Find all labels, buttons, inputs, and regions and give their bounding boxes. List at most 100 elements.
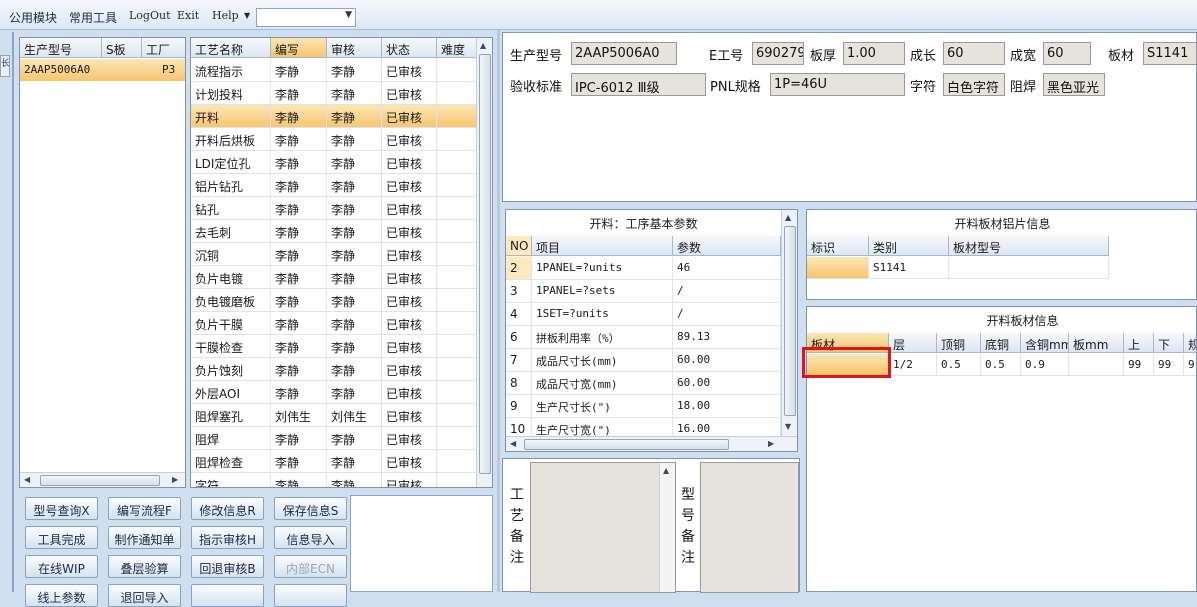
table-row[interactable]: 干膜检查 李静 李静 已审核 [191, 335, 477, 358]
action-button-1-0[interactable]: 工具完成 [25, 526, 98, 549]
col-header-board-2[interactable]: 顶铜 [937, 333, 981, 353]
part-grid-hscrollbar[interactable]: ◀ ▶ [20, 472, 185, 487]
help-dropdown-arrow-icon[interactable]: ▼ [244, 11, 250, 20]
info-value-4[interactable]: 60 [1043, 42, 1091, 65]
info-value-2[interactable]: 1.00 [843, 42, 905, 65]
process-note-vscrollbar[interactable]: ▲ [659, 463, 675, 592]
table-row[interactable]: 2AAP5006A0 P3 [20, 59, 185, 81]
info-value-0[interactable]: 2AAP5006A0 [571, 42, 677, 65]
splitter[interactable] [12, 32, 14, 592]
action-button-0-1[interactable]: 编写流程F [108, 497, 181, 520]
process-note-field[interactable]: ▲ [530, 462, 676, 593]
table-row[interactable]: 7 成品尺寸长(mm) 60.00 [506, 349, 781, 372]
action-button-2-2[interactable]: 回退审核B [191, 555, 264, 578]
scroll-thumb[interactable] [524, 439, 729, 450]
scroll-thumb[interactable] [479, 54, 491, 474]
table-row[interactable]: 开料 李静 李静 已审核 [191, 105, 477, 128]
action-button-0-2[interactable]: 修改信息R [191, 497, 264, 520]
col-header-reviewer[interactable]: 审核 [327, 38, 382, 58]
col-header-part-no[interactable]: 生产型号 [20, 38, 102, 58]
action-button-3-2[interactable] [191, 584, 264, 607]
splitter[interactable] [497, 30, 500, 592]
scroll-thumb[interactable] [40, 475, 160, 486]
table-row[interactable]: 流程指示 李静 李静 已审核 [191, 59, 477, 82]
action-button-3-1[interactable]: 退回导入 [108, 584, 181, 607]
table-row[interactable]: 外层AOI 李静 李静 已审核 [191, 381, 477, 404]
table-row[interactable]: 开料后烘板 李静 李静 已审核 [191, 128, 477, 151]
params-vscrollbar[interactable]: ▲ ▼ [781, 210, 797, 436]
scroll-right-icon[interactable]: ▶ [172, 475, 178, 484]
col-header-board-model[interactable]: 板材型号 [949, 236, 1109, 256]
col-header-no[interactable]: NO [506, 236, 532, 256]
info-value-8[interactable]: 白色字符 [943, 73, 1005, 96]
col-header-board-4[interactable]: 含铜mm [1021, 333, 1069, 353]
scroll-thumb[interactable] [784, 226, 796, 416]
action-button-1-3[interactable]: 信息导入 [274, 526, 347, 549]
scroll-right-icon[interactable]: ▶ [768, 439, 774, 448]
table-row[interactable]: 负片蚀刻 李静 李静 已审核 [191, 358, 477, 381]
scroll-up-icon[interactable]: ▲ [663, 466, 669, 475]
table-row[interactable]: 负片干膜 李静 李静 已审核 [191, 312, 477, 335]
table-row[interactable]: 沉铜 李静 李静 已审核 [191, 243, 477, 266]
table-row[interactable]: 3 1PANEL=?sets / [506, 280, 781, 303]
process-grid-vscrollbar[interactable]: ▲ [476, 38, 492, 487]
table-row[interactable]: 阻焊检查 李静 李静 已审核 [191, 450, 477, 473]
col-header-difficulty[interactable]: 难度 [437, 38, 477, 58]
table-row[interactable]: 铝片钻孔 李静 李静 已审核 [191, 174, 477, 197]
col-header-factory[interactable]: 工厂 [142, 38, 185, 58]
table-row[interactable]: 钻孔 李静 李静 已审核 [191, 197, 477, 220]
table-row[interactable]: 9 生产尺寸长(") 18.00 [506, 395, 781, 418]
table-row[interactable]: S1141 [807, 257, 1109, 279]
action-button-2-1[interactable]: 叠层验算 [108, 555, 181, 578]
col-header-board-5[interactable]: 板mm [1069, 333, 1124, 353]
side-collapse-tab[interactable]: 长 [0, 55, 10, 77]
action-button-3-3[interactable] [274, 584, 347, 607]
col-header-board-6[interactable]: 上 [1124, 333, 1154, 353]
action-button-0-3[interactable]: 保存信息S [274, 497, 347, 520]
info-value-3[interactable]: 60 [943, 42, 1005, 65]
action-button-1-1[interactable]: 制作通知单 [108, 526, 181, 549]
menu-common-tools[interactable]: 常用工具 [69, 9, 117, 26]
table-row[interactable]: 8 成品尺寸宽(mm) 60.00 [506, 372, 781, 395]
table-row[interactable]: 负片电镀 李静 李静 已审核 [191, 266, 477, 289]
action-button-1-2[interactable]: 指示审核H [191, 526, 264, 549]
table-row[interactable]: 计划投料 李静 李静 已审核 [191, 82, 477, 105]
table-row[interactable]: 2 1PANEL=?units 46 [506, 257, 781, 280]
table-row[interactable]: 字符 李静 李静 已审核 [191, 473, 477, 487]
col-header-board-7[interactable]: 下 [1154, 333, 1184, 353]
params-hscrollbar[interactable]: ◀ ▶ [506, 436, 797, 451]
menu-help[interactable]: Help [212, 9, 239, 22]
col-header-board-1[interactable]: 层 [889, 333, 937, 353]
info-value-7[interactable]: 1P=46U [770, 73, 905, 96]
col-header-board-8[interactable]: 规 [1184, 333, 1196, 353]
scroll-left-icon[interactable]: ◀ [24, 475, 30, 484]
scroll-left-icon[interactable]: ◀ [510, 439, 516, 448]
col-header-s-board[interactable]: S板 [102, 38, 142, 58]
col-header-writer[interactable]: 编写 [271, 38, 327, 58]
info-value-6[interactable]: IPC-6012 Ⅲ级 [571, 73, 706, 96]
toolbar-combo[interactable]: ▼ [256, 8, 356, 27]
table-row[interactable]: LDI定位孔 李静 李静 已审核 [191, 151, 477, 174]
scroll-up-icon[interactable]: ▲ [480, 41, 486, 50]
info-value-5[interactable]: S1141 [1143, 42, 1197, 65]
col-header-mark[interactable]: 标识 [807, 236, 869, 256]
scroll-down-icon[interactable]: ▼ [785, 422, 791, 431]
col-header-param[interactable]: 参数 [673, 236, 781, 256]
col-header-status[interactable]: 状态 [382, 38, 437, 58]
col-header-item[interactable]: 项目 [532, 236, 673, 256]
menu-logout[interactable]: LogOut [129, 9, 171, 22]
action-button-0-0[interactable]: 型号查询X [25, 497, 98, 520]
col-header-category[interactable]: 类别 [869, 236, 949, 256]
info-value-1[interactable]: 690279 [752, 42, 804, 65]
menu-exit[interactable]: Exit [177, 9, 199, 22]
scroll-up-icon[interactable]: ▲ [785, 213, 791, 222]
table-row[interactable]: 阻焊 李静 李静 已审核 [191, 427, 477, 450]
table-row[interactable]: 去毛刺 李静 李静 已审核 [191, 220, 477, 243]
action-button-3-0[interactable]: 线上参数 [25, 584, 98, 607]
action-button-2-0[interactable]: 在线WIP [25, 555, 98, 578]
col-header-board-3[interactable]: 底铜 [981, 333, 1021, 353]
info-value-9[interactable]: 黑色亚光 [1043, 73, 1105, 96]
table-row[interactable]: 负电镀磨板 李静 李静 已审核 [191, 289, 477, 312]
menu-common-modules[interactable]: 公用模块 [9, 9, 57, 26]
table-row[interactable]: 4 1SET=?units / [506, 303, 781, 326]
